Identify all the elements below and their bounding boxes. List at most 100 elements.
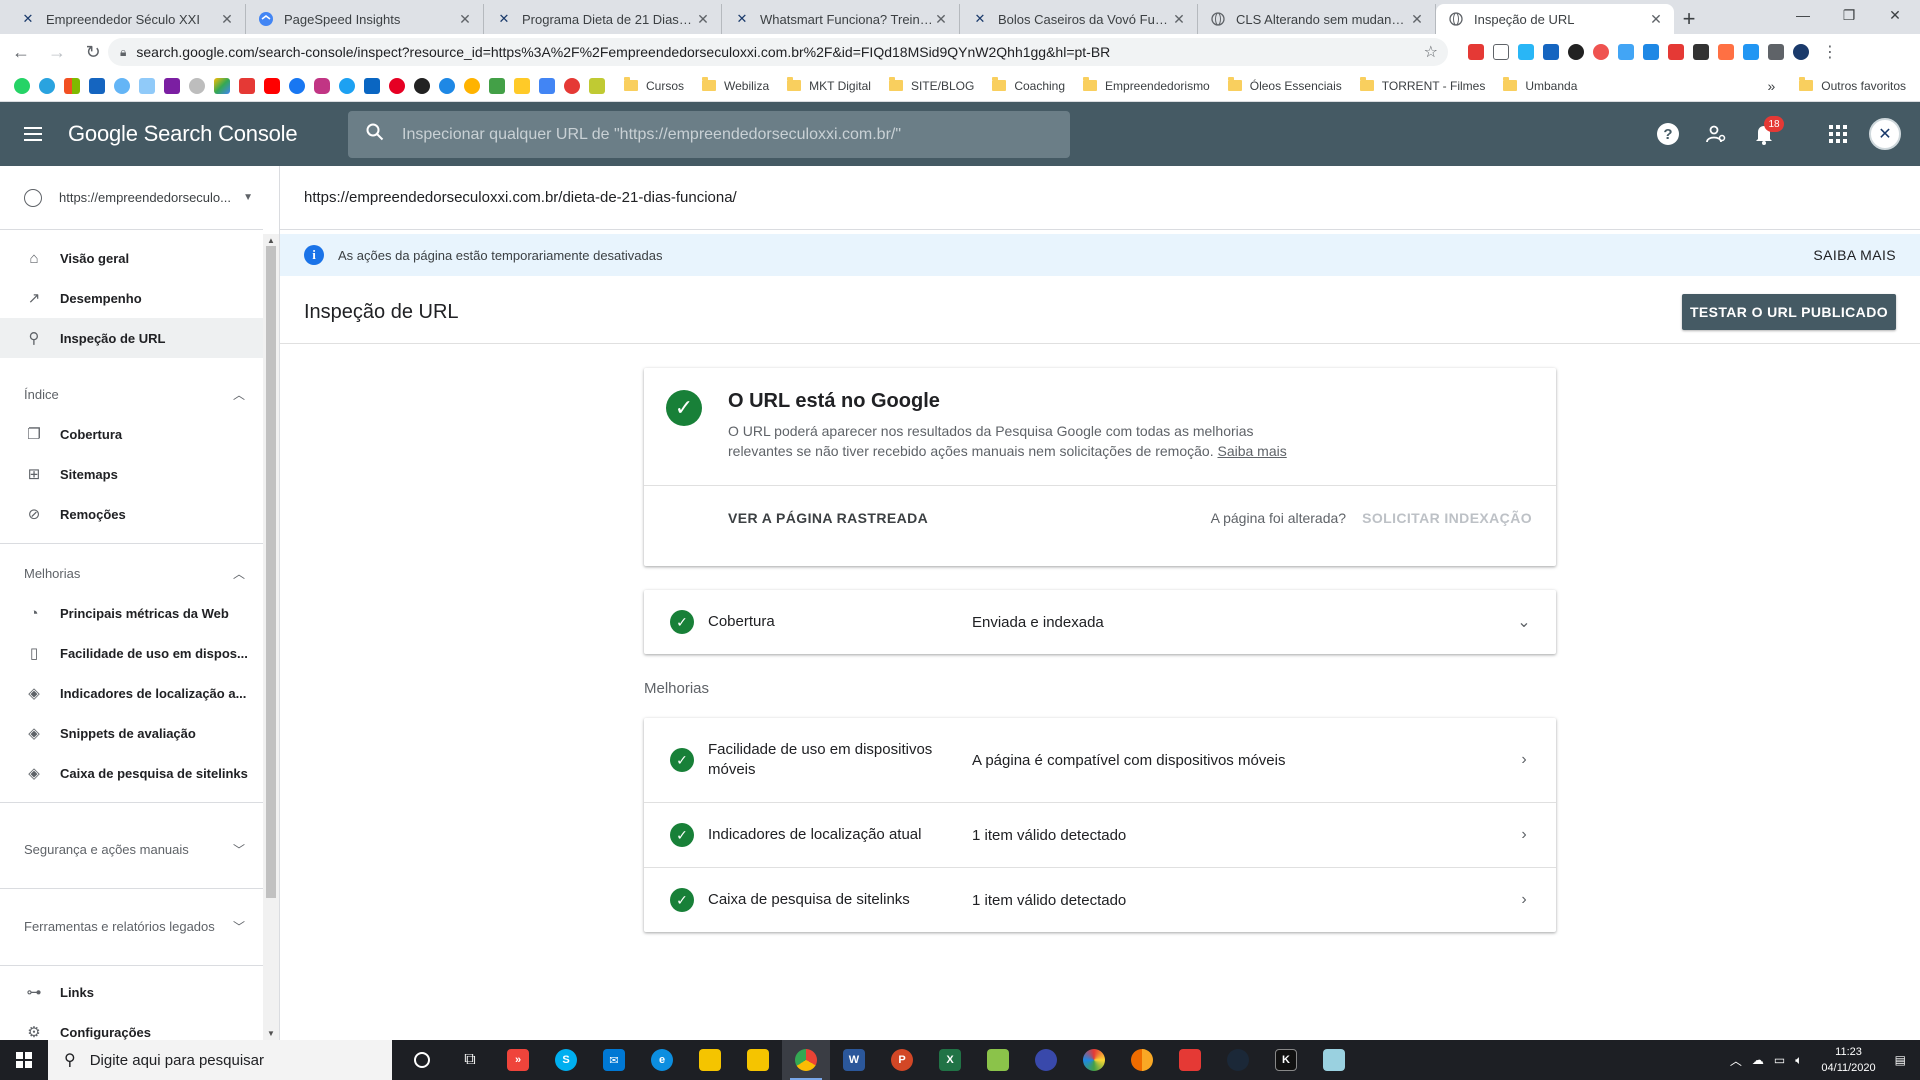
extension-icon[interactable]: [1643, 44, 1659, 60]
bookmark-folder[interactable]: Coaching: [992, 77, 1065, 93]
edge-icon[interactable]: e: [638, 1040, 686, 1080]
learn-more-button[interactable]: SAIBA MAIS: [1813, 247, 1896, 263]
excel-icon[interactable]: X: [926, 1040, 974, 1080]
sidebar-item-core-web-vitals[interactable]: ◔ Principais métricas da Web: [0, 593, 263, 633]
bookmark-folder[interactable]: MKT Digital: [787, 77, 871, 93]
whatsapp-icon[interactable]: [14, 77, 30, 94]
learn-more-link[interactable]: Saiba mais: [1217, 443, 1286, 459]
skype-icon[interactable]: S: [542, 1040, 590, 1080]
forward-arrow-icon[interactable]: →: [42, 37, 72, 67]
windows-start-icon[interactable]: [0, 1040, 48, 1080]
other-bookmarks-folder[interactable]: Outros favoritos: [1799, 77, 1906, 93]
browser-tab[interactable]: PageSpeed Insights ✕: [246, 4, 484, 34]
app-icon[interactable]: [1310, 1040, 1358, 1080]
bookmark-icon[interactable]: [239, 77, 255, 94]
bookmark-folder[interactable]: Óleos Essenciais: [1227, 77, 1342, 93]
browser-tab-active[interactable]: Inspeção de URL ✕: [1436, 4, 1674, 34]
notifications-bell-icon[interactable]: 18: [1752, 116, 1784, 146]
bookmark-icon[interactable]: [439, 77, 455, 94]
sidebar-item-breadcrumbs[interactable]: ◈ Indicadores de localização a...: [0, 673, 263, 713]
section-indice[interactable]: Índice ︿: [0, 374, 263, 414]
file-explorer-icon[interactable]: [734, 1040, 782, 1080]
taskbar-search[interactable]: ⚲ Digite aqui para pesquisar: [48, 1040, 392, 1080]
task-view-icon[interactable]: ⧉: [446, 1040, 494, 1080]
sidebar-item-inspecao-url[interactable]: ⚲ Inspeção de URL: [0, 318, 263, 358]
youtube-icon[interactable]: [264, 77, 280, 94]
enhancement-row-mobile[interactable]: ✓ Facilidade de uso em dispositivos móve…: [644, 718, 1556, 802]
url-inspect-search[interactable]: [348, 111, 1070, 158]
close-tab-icon[interactable]: ✕: [1171, 11, 1187, 28]
bookmark-folder[interactable]: Cursos: [624, 77, 684, 93]
sidebar-scrollbar[interactable]: ▲ ▼: [263, 234, 279, 1040]
close-tab-icon[interactable]: ✕: [933, 11, 949, 28]
bookmark-icon[interactable]: [189, 77, 205, 94]
twitter-icon[interactable]: [339, 77, 355, 94]
bookmark-icon[interactable]: [489, 77, 505, 94]
enhancement-row-sitelinks[interactable]: ✓ Caixa de pesquisa de sitelinks 1 item …: [644, 867, 1556, 932]
browser-tab[interactable]: CLS Alterando sem mudanças - W ✕: [1198, 4, 1436, 34]
extension-icon[interactable]: [1468, 44, 1484, 60]
sidebar-item-visao-geral[interactable]: ⌂ Visão geral: [0, 238, 263, 278]
bookmark-icon[interactable]: [89, 77, 105, 94]
facebook-icon[interactable]: [289, 77, 305, 94]
scrollbar-thumb[interactable]: [266, 246, 276, 898]
chrome-canary-icon[interactable]: [1118, 1040, 1166, 1080]
app-icon[interactable]: [1022, 1040, 1070, 1080]
bookmark-folder[interactable]: Webiliza: [702, 77, 769, 93]
bookmark-icon[interactable]: [114, 77, 130, 94]
extension-icon[interactable]: [1668, 44, 1684, 60]
close-tab-icon[interactable]: ✕: [695, 11, 711, 28]
sidebar-item-desempenho[interactable]: ↗ Desempenho: [0, 278, 263, 318]
microsoft-icon[interactable]: [64, 77, 80, 94]
bookmark-icon[interactable]: [139, 77, 155, 94]
onedrive-cloud-icon[interactable]: ☁: [1752, 1053, 1764, 1067]
extension-icon[interactable]: [1568, 44, 1584, 60]
sidebar-item-configuracoes[interactable]: ⚙ Configurações: [0, 1012, 263, 1040]
pinterest-icon[interactable]: [389, 77, 405, 94]
extension-icon[interactable]: [1493, 44, 1509, 60]
app-logo[interactable]: Google Search Console: [68, 121, 298, 147]
cortana-icon[interactable]: [398, 1040, 446, 1080]
profile-avatar-icon[interactable]: [1793, 44, 1809, 60]
app-icon[interactable]: [1070, 1040, 1118, 1080]
manage-users-icon[interactable]: [1704, 122, 1728, 146]
steam-icon[interactable]: [1214, 1040, 1262, 1080]
chrome-icon[interactable]: [782, 1040, 830, 1080]
system-clock[interactable]: 11:23 04/11/2020: [1821, 1044, 1875, 1076]
bookmark-icon[interactable]: [514, 77, 530, 94]
section-melhorias[interactable]: Melhorias ︿: [0, 553, 263, 593]
view-crawled-page-button[interactable]: VER A PÁGINA RASTREADA: [728, 510, 928, 526]
extension-icon[interactable]: [1518, 44, 1534, 60]
browser-tab[interactable]: ✕ Empreendedor Século XXI ✕: [8, 4, 246, 34]
linkedin-icon[interactable]: [364, 77, 380, 94]
mail-icon[interactable]: ✉: [590, 1040, 638, 1080]
property-selector[interactable]: https://empreendedorseculo... ▼: [0, 166, 263, 230]
app-icon[interactable]: K: [1262, 1040, 1310, 1080]
telegram-icon[interactable]: [39, 77, 55, 94]
more-vert-icon[interactable]: ⋮: [1822, 42, 1838, 62]
puzzle-extensions-icon[interactable]: [1768, 44, 1784, 60]
sidebar-item-cobertura[interactable]: ❐ Cobertura: [0, 414, 263, 454]
test-live-url-button[interactable]: TESTAR O URL PUBLICADO: [1681, 294, 1896, 330]
app-icon[interactable]: [1166, 1040, 1214, 1080]
bookmark-folder[interactable]: TORRENT - Filmes: [1359, 77, 1485, 93]
bookmark-star-icon[interactable]: ☆: [1424, 42, 1438, 62]
bookmarks-overflow-icon[interactable]: »: [1768, 78, 1776, 94]
bookmark-icon[interactable]: [589, 77, 605, 94]
translate-icon[interactable]: [539, 77, 555, 94]
google-drive-icon[interactable]: [214, 77, 230, 94]
new-tab-button[interactable]: +: [1674, 4, 1704, 34]
sidebar-item-review-snippets[interactable]: ◈ Snippets de avaliação: [0, 713, 263, 753]
sidebar-item-sitemaps[interactable]: ⊞ Sitemaps: [0, 454, 263, 494]
apps-grid-icon[interactable]: [1826, 122, 1850, 146]
network-icon[interactable]: ▭: [1774, 1053, 1785, 1067]
bookmark-folder[interactable]: SITE/BLOG: [888, 77, 974, 93]
browser-tab[interactable]: ✕ Whatsmart Funciona? Treinamento ✕: [722, 4, 960, 34]
account-avatar[interactable]: ✕: [1869, 118, 1901, 150]
instagram-icon[interactable]: [314, 77, 330, 94]
expand-chevron-down-icon[interactable]: ⌄: [1516, 612, 1532, 632]
enhancement-row-breadcrumbs[interactable]: ✓ Indicadores de localização atual 1 ite…: [644, 802, 1556, 867]
coverage-card[interactable]: ✓ Cobertura Enviada e indexada ⌄: [644, 590, 1556, 654]
extension-icon[interactable]: [1693, 44, 1709, 60]
browser-tab[interactable]: ✕ Bolos Caseiros da Vovó Funciona ✕: [960, 4, 1198, 34]
